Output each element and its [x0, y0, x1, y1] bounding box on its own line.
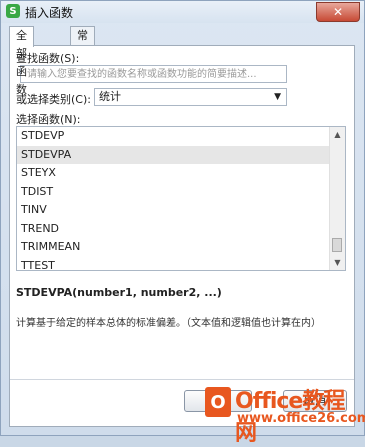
list-item[interactable]: STDEVP	[17, 127, 329, 146]
insert-function-dialog: S 插入函数 ✕ 全部函数 常用公式 查找函数(S): 请输入您要查找的函数名称…	[0, 0, 365, 446]
scroll-thumb[interactable]	[332, 238, 342, 252]
close-button[interactable]: ✕	[316, 2, 360, 22]
chevron-down-icon: ▼	[274, 92, 281, 102]
category-value: 统计	[99, 90, 121, 103]
function-list-label: 选择函数(N):	[16, 113, 81, 126]
office-logo-icon: O	[205, 387, 231, 417]
search-input[interactable]: 请输入您要查找的函数名称或函数功能的简要描述...	[20, 65, 287, 83]
list-item[interactable]: STEYX	[17, 164, 329, 183]
list-item[interactable]: TDIST	[17, 183, 329, 202]
wps-spreadsheet-icon: S	[6, 4, 20, 18]
function-signature: STDEVPA(number1, number2, ...)	[16, 286, 222, 299]
function-listbox[interactable]: STDEVP STDEVPA STEYX TDIST TINV TREND TR…	[16, 126, 346, 271]
scroll-down-icon[interactable]: ▼	[330, 255, 345, 270]
office-tutorial-watermark: O Office教程网 www.office26.com	[201, 381, 365, 446]
dialog-title: 插入函数	[25, 6, 74, 20]
title-bar[interactable]: S 插入函数 ✕	[1, 1, 364, 23]
list-item[interactable]: TTEST	[17, 257, 329, 271]
list-item-selected[interactable]: STDEVPA	[17, 145, 329, 164]
category-label: 或选择类别(C):	[16, 93, 91, 106]
list-item[interactable]: TRIMMEAN	[17, 238, 329, 257]
watermark-url: www.office26.com	[237, 411, 365, 426]
category-select[interactable]: 统计 ▼	[94, 88, 287, 106]
list-item[interactable]: TINV	[17, 201, 329, 220]
list-item[interactable]: TREND	[17, 220, 329, 239]
tab-all-functions[interactable]: 全部函数	[9, 26, 34, 96]
function-list: STDEVP STDEVPA STEYX TDIST TINV TREND TR…	[17, 127, 329, 271]
divider	[10, 379, 354, 380]
vertical-scrollbar[interactable]: ▲ ▼	[329, 127, 345, 270]
close-icon: ✕	[332, 5, 344, 19]
tab-panel: 查找函数(S): 请输入您要查找的函数名称或函数功能的简要描述... 或选择类别…	[9, 45, 355, 427]
scroll-up-icon[interactable]: ▲	[330, 127, 345, 142]
tab-common-formulas[interactable]: 常用公式	[70, 26, 95, 96]
function-description: 计算基于给定的样本总体的标准偏差。（文本值和逻辑值也计算在内）	[16, 318, 321, 329]
